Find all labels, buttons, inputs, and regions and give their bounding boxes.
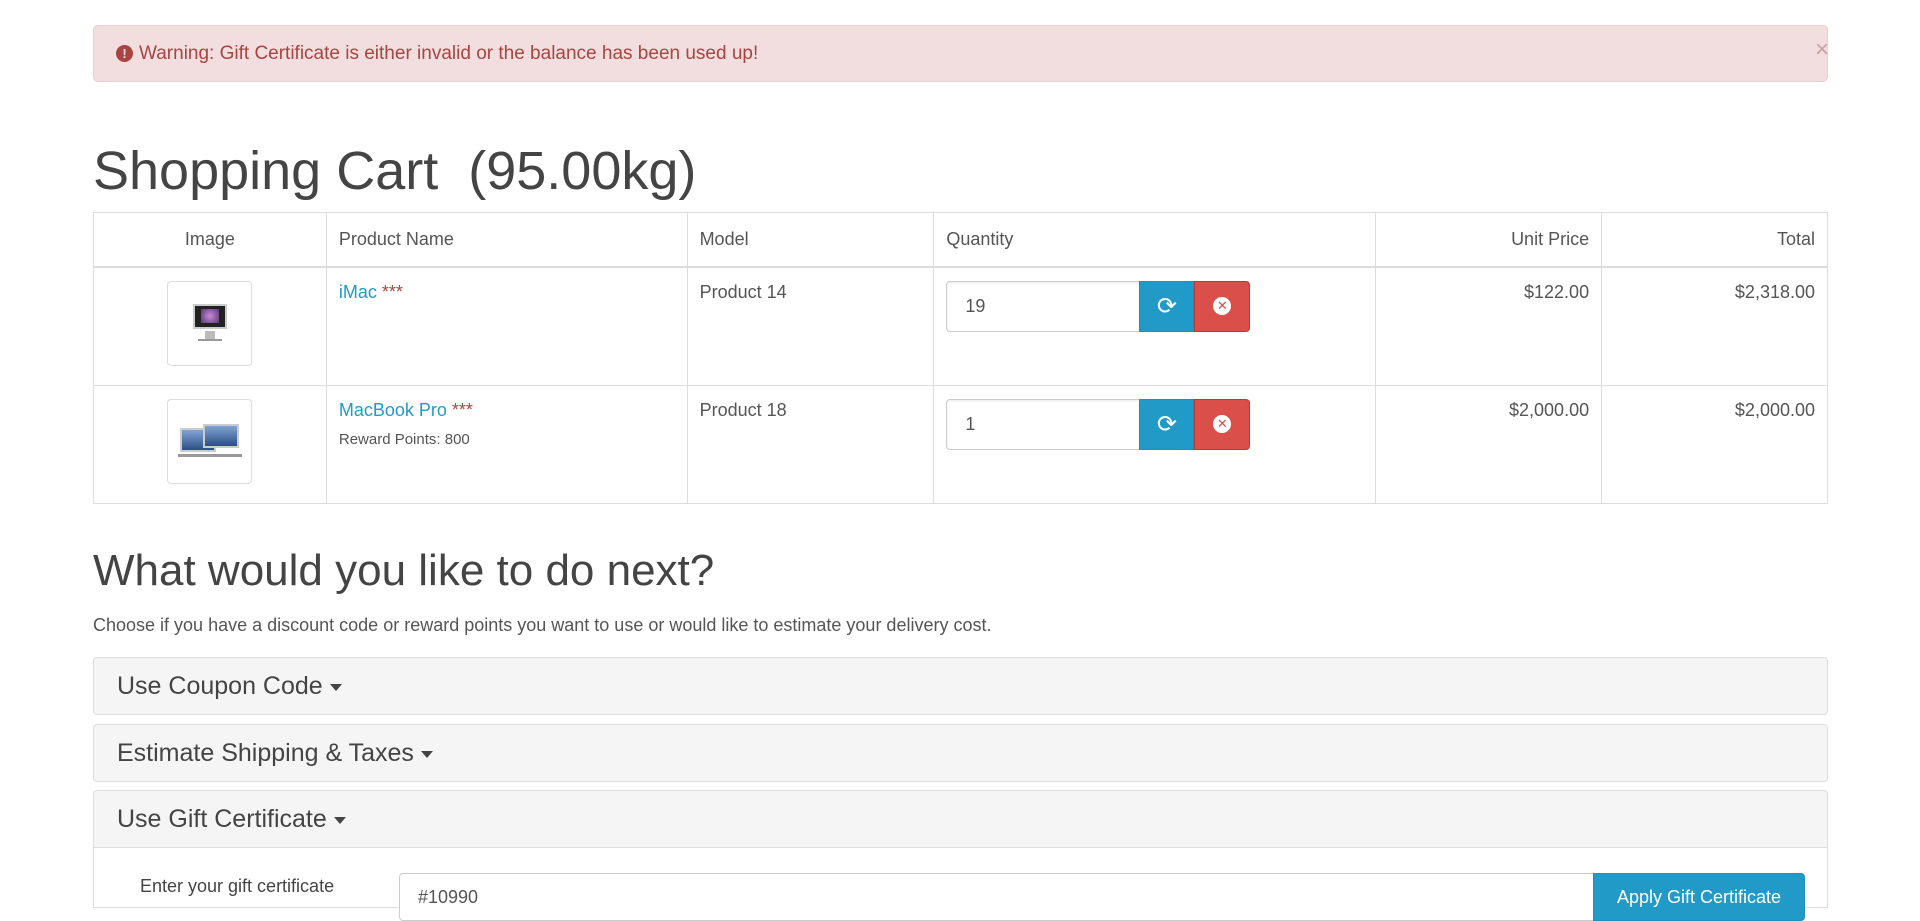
table-header-row: Image Product Name Model Quantity Unit P… [93, 212, 1828, 268]
caret-down-icon [420, 751, 433, 758]
unit-price-cell: $2,000.00 [1375, 384, 1603, 504]
update-button[interactable]: ⟳ [1139, 280, 1195, 332]
times-circle-icon: ✕ [1213, 297, 1232, 315]
remove-button[interactable]: ✕ [1194, 280, 1251, 332]
gift-certificate-label: Enter your gift certificate [140, 876, 335, 896]
header-image: Image [93, 212, 327, 268]
next-steps-description: Choose if you have a discount code or re… [93, 615, 992, 635]
reward-points: Reward Points: 800 [338, 430, 470, 448]
gift-panel-body: Enter your gift certificate Apply Gift C… [93, 848, 1828, 921]
product-link-imac[interactable]: iMac [339, 282, 377, 302]
model-cell: Product 18 [686, 384, 935, 504]
coupon-panel-title: Use Coupon Code [117, 671, 323, 700]
alert-text: Warning: Gift Certificate is either inva… [139, 42, 759, 64]
caret-down-icon [329, 684, 342, 691]
product-link-macbook-pro[interactable]: MacBook Pro [339, 400, 447, 420]
total-cell: $2,318.00 [1601, 266, 1828, 386]
header-quantity: Quantity [933, 212, 1377, 268]
imac-thumbnail[interactable] [167, 280, 253, 366]
gift-panel-toggle[interactable]: Use Gift Certificate [93, 790, 1828, 848]
table-row: MacBook Pro *** Reward Points: 800 Produ… [93, 384, 1828, 504]
header-unit-price: Unit Price [1375, 212, 1603, 268]
refresh-icon: ⟳ [1156, 410, 1177, 438]
caret-down-icon [333, 817, 346, 824]
close-icon[interactable]: × [1815, 38, 1829, 62]
macbook-pro-thumbnail[interactable] [167, 398, 253, 484]
table-row: iMac *** Product 14 ⟳ ✕ $122.00 $2,318.0… [93, 266, 1828, 386]
coupon-panel-toggle[interactable]: Use Coupon Code [93, 657, 1828, 715]
shipping-panel-title: Estimate Shipping & Taxes [117, 738, 414, 767]
apply-gift-certificate-button[interactable]: Apply Gift Certificate [1593, 873, 1805, 921]
exclamation-circle-icon: ! [116, 45, 133, 62]
page-title: Shopping Cart (95.00kg) [93, 141, 697, 201]
header-product-name: Product Name [325, 212, 688, 268]
quantity-group: ⟳ ✕ [946, 280, 1363, 332]
stock-warning-stars: *** [381, 281, 403, 302]
next-steps-title: What would you like to do next? [93, 546, 715, 595]
shipping-panel-toggle[interactable]: Estimate Shipping & Taxes [93, 724, 1828, 782]
gift-certificate-input[interactable] [399, 873, 1593, 921]
unit-price-cell: $122.00 [1375, 266, 1603, 386]
update-button[interactable]: ⟳ [1139, 398, 1195, 450]
stock-warning-stars: *** [451, 399, 473, 420]
times-circle-icon: ✕ [1213, 415, 1232, 433]
cart-table: Image Product Name Model Quantity Unit P… [93, 212, 1828, 504]
quantity-group: ⟳ ✕ [946, 398, 1363, 450]
quantity-input[interactable] [946, 280, 1140, 332]
gift-panel-title: Use Gift Certificate [117, 804, 327, 833]
header-model: Model [686, 212, 935, 268]
remove-button[interactable]: ✕ [1194, 398, 1251, 450]
warning-alert: ! Warning: Gift Certificate is either in… [93, 25, 1829, 82]
imac-image [193, 303, 228, 329]
quantity-input[interactable] [946, 398, 1140, 450]
header-total: Total [1601, 212, 1828, 268]
refresh-icon: ⟳ [1156, 292, 1177, 320]
model-cell: Product 14 [686, 266, 935, 386]
total-cell: $2,000.00 [1601, 384, 1828, 504]
